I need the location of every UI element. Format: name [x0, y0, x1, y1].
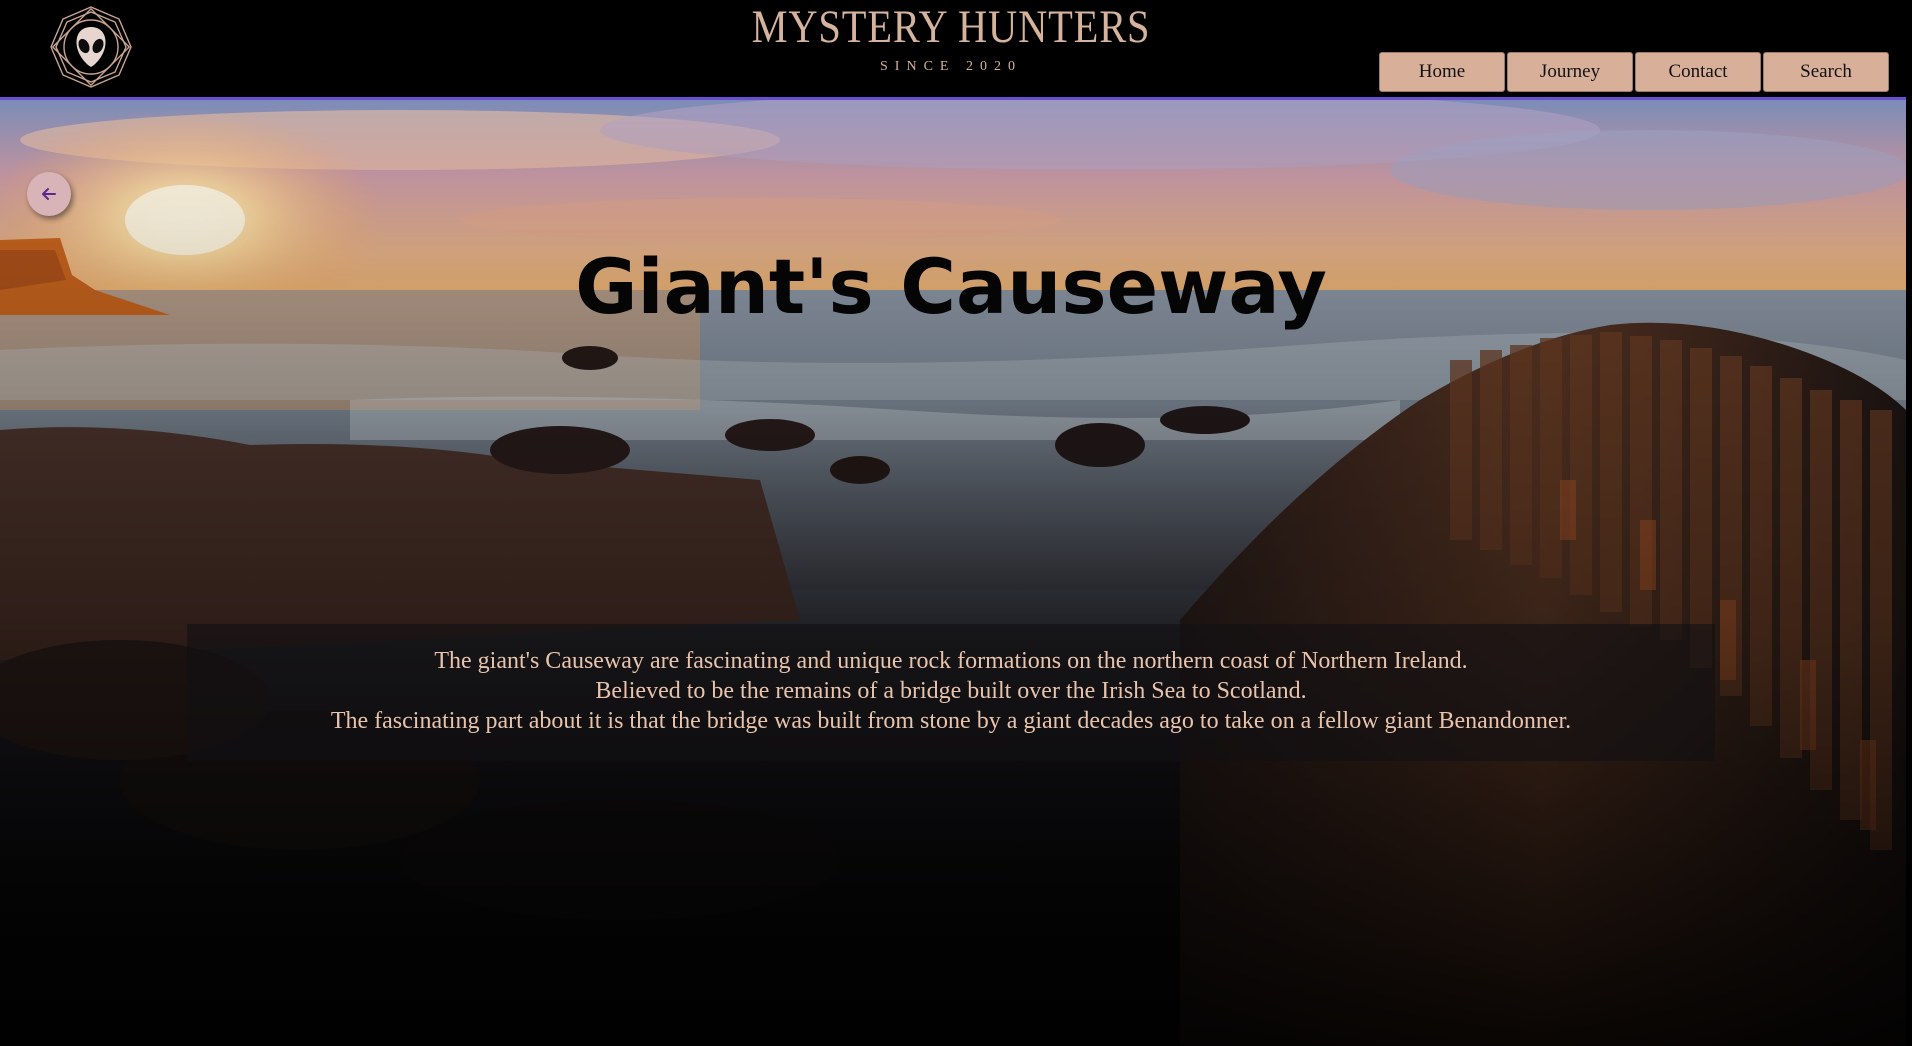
- nav-home-button[interactable]: Home: [1379, 52, 1505, 92]
- main-nav: Home Journey Contact Search: [1379, 52, 1889, 92]
- description-line-3: The fascinating part about it is that th…: [330, 708, 1572, 734]
- hero-section: Giant's Causeway The giant's Causeway ar…: [0, 97, 1906, 1046]
- page: MYSTERY HUNTERS SINCE 2020 Home Journey …: [0, 0, 1912, 1046]
- site-header: MYSTERY HUNTERS SINCE 2020 Home Journey …: [0, 0, 1912, 97]
- description-box: The giant's Causeway are fascinating and…: [187, 624, 1715, 761]
- arrow-left-icon: [42, 188, 56, 200]
- nav-journey-button[interactable]: Journey: [1507, 52, 1633, 92]
- description-line-1: The giant's Causeway are fascinating and…: [434, 648, 1468, 674]
- back-button[interactable]: [27, 172, 71, 216]
- nav-search-button[interactable]: Search: [1763, 52, 1889, 92]
- description-line-2: Believed to be the remains of a bridge b…: [595, 678, 1307, 704]
- brand-title[interactable]: MYSTERY HUNTERS: [133, 2, 1769, 52]
- page-title: Giant's Causeway: [575, 242, 1327, 331]
- nav-contact-button[interactable]: Contact: [1635, 52, 1761, 92]
